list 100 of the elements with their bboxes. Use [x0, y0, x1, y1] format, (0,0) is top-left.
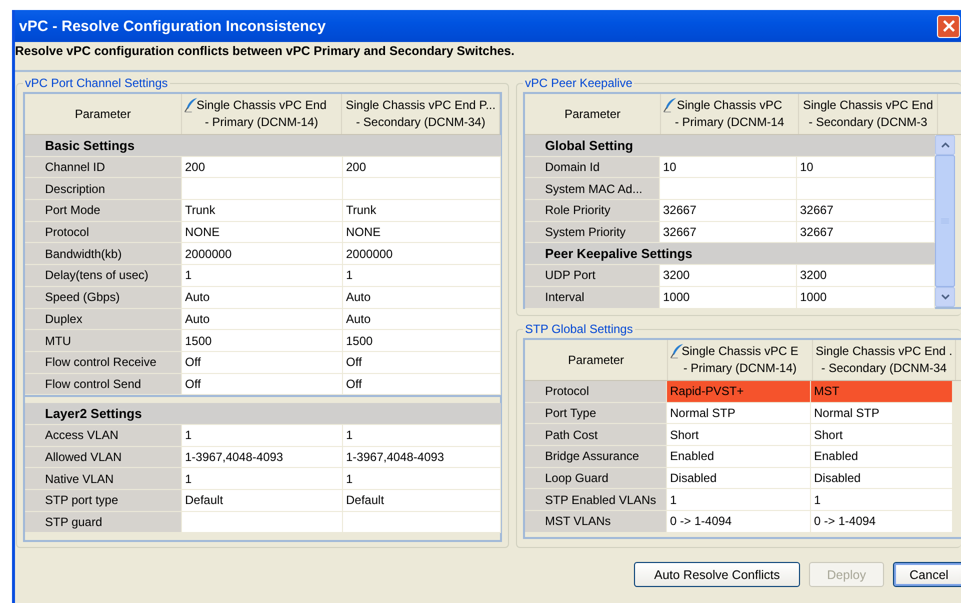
- table-cell: 1-3967,4048-4093: [182, 446, 343, 468]
- parameter-cell: Interval: [525, 286, 660, 308]
- parameter-cell: System Priority: [525, 222, 660, 242]
- parameter-cell: Protocol: [25, 222, 182, 242]
- table-cell: 32667: [660, 222, 797, 242]
- parameter-cell: Port Mode: [25, 200, 182, 221]
- dialog-button[interactable]: Cancel: [893, 562, 961, 587]
- table-cell: Auto: [343, 286, 501, 308]
- parameter-cell: Native VLAN: [25, 468, 182, 489]
- table-cell: 1: [343, 424, 501, 446]
- parameter-cell: Bridge Assurance: [525, 446, 667, 467]
- panel-title: STP Global Settings: [524, 322, 634, 336]
- table-cell: Auto: [343, 308, 501, 330]
- table-cell: Trunk: [343, 200, 501, 221]
- table-cell: 1: [182, 424, 343, 446]
- table-cell: 1500: [343, 330, 501, 351]
- group-header: Peer Keepalive Settings: [525, 243, 935, 266]
- parameter-cell: System MAC Ad...: [525, 178, 660, 200]
- group-header: Basic Settings: [25, 135, 501, 157]
- parameter-cell: MST VLANs: [525, 511, 667, 532]
- quill-icon: [670, 343, 684, 359]
- scroll-up-icon[interactable]: [940, 142, 950, 148]
- table-cell: Disabled: [811, 468, 953, 488]
- parameter-cell: STP Enabled VLANs: [525, 489, 667, 510]
- table-cell: 3200: [797, 265, 935, 286]
- table-cell: 1000: [660, 286, 797, 308]
- table-cell: Normal STP: [667, 402, 811, 424]
- parameter-cell: Duplex: [25, 308, 182, 330]
- table-cell: NONE: [343, 222, 501, 242]
- panel-title: vPC Port Channel Settings: [24, 76, 169, 90]
- table-cell: Default: [182, 490, 343, 511]
- quill-icon: [184, 97, 198, 113]
- table-cell: Enabled: [667, 446, 811, 467]
- table-cell: 1: [343, 468, 501, 489]
- parameter-cell: Access VLAN: [25, 424, 182, 446]
- parameter-cell: Role Priority: [525, 200, 660, 221]
- table-cell: 1-3967,4048-4093: [343, 446, 501, 468]
- table-cell: NONE: [182, 222, 343, 242]
- vertical-scrollbar[interactable]: [935, 135, 955, 307]
- table-cell: Auto: [182, 286, 343, 308]
- table-cell: 1: [811, 489, 953, 510]
- close-button[interactable]: [937, 14, 960, 38]
- table-cell: Off: [182, 352, 343, 373]
- column-header[interactable]: Single Chassis vPC End - Secondary (DCNM-3: [799, 94, 938, 134]
- parameter-cell: Domain Id: [525, 156, 660, 178]
- table-cell: Rapid-PVST+: [667, 381, 811, 402]
- table-cell: Off: [343, 352, 501, 373]
- close-icon: [942, 20, 954, 32]
- parameter-cell: Channel ID: [25, 156, 182, 178]
- table-cell: 10: [660, 156, 797, 178]
- table-cell: Auto: [182, 308, 343, 330]
- column-header[interactable]: Parameter: [525, 340, 668, 380]
- parameter-cell: Flow control Send: [25, 374, 182, 394]
- table-cell: Default: [343, 490, 501, 511]
- table-cell: 0 -> 1-4094: [667, 511, 811, 532]
- parameter-cell: Port Type: [525, 402, 667, 424]
- panel-title: vPC Peer Keepalive: [524, 76, 634, 90]
- parameter-cell: Bandwidth(kb): [25, 243, 182, 264]
- column-header[interactable]: Single Chassis vPC - Primary (DCNM-14: [661, 94, 799, 134]
- parameter-cell: Protocol: [525, 381, 667, 402]
- table-cell: 200: [182, 156, 343, 178]
- scroll-down-icon[interactable]: [940, 294, 950, 300]
- table-cell: 200: [343, 156, 501, 178]
- table-cell: 1500: [182, 330, 343, 351]
- column-header[interactable]: Parameter: [525, 94, 661, 134]
- table-cell: Off: [182, 374, 343, 394]
- parameter-cell: Path Cost: [525, 424, 667, 446]
- table-cell: 1: [343, 265, 501, 286]
- window-title: vPC - Resolve Configuration Inconsistency: [19, 18, 326, 34]
- table-cell: 2000000: [182, 243, 343, 264]
- table-cell: Disabled: [667, 468, 811, 488]
- parameter-cell: Loop Guard: [525, 468, 667, 488]
- parameter-cell: STP port type: [25, 490, 182, 511]
- group-header: Layer2 Settings: [25, 403, 501, 425]
- instruction-text: Resolve vPC configuration conflicts between vPC Primary and Secondary Switches.: [15, 42, 961, 72]
- table-cell: 32667: [797, 200, 935, 221]
- column-header[interactable]: Single Chassis vPC End P... - Secondary (DCNM-34): [342, 94, 500, 134]
- table-cell: 2000000: [343, 243, 501, 264]
- table-cell: 32667: [660, 200, 797, 221]
- parameter-cell: Allowed VLAN: [25, 446, 182, 468]
- dialog-button[interactable]: Auto Resolve Conflicts: [634, 562, 800, 587]
- parameter-cell: Flow control Receive: [25, 352, 182, 373]
- column-header[interactable]: Parameter: [25, 94, 182, 134]
- table-cell: 0 -> 1-4094: [811, 511, 953, 532]
- parameter-cell: MTU: [25, 330, 182, 351]
- group-header: Global Setting: [525, 135, 935, 157]
- table-cell: 1: [667, 489, 811, 510]
- column-header[interactable]: Single Chassis vPC End - Primary (DCNM-14): [182, 94, 342, 134]
- table-cell: Enabled: [811, 446, 953, 467]
- table-cell: 3200: [660, 265, 797, 286]
- table-cell: 1: [182, 468, 343, 489]
- parameter-cell: Description: [25, 178, 182, 200]
- table-cell: Normal STP: [811, 402, 953, 424]
- parameter-cell: Delay(tens of usec): [25, 265, 182, 286]
- quill-icon: [663, 97, 677, 113]
- table-cell: 1: [182, 265, 343, 286]
- table-cell: Short: [811, 424, 953, 446]
- table-cell: 1000: [797, 286, 935, 308]
- column-header[interactable]: Single Chassis vPC E - Primary (DCNM-14): [668, 340, 813, 380]
- column-header[interactable]: Single Chassis vPC End . - Secondary (DCNM-34: [813, 340, 956, 380]
